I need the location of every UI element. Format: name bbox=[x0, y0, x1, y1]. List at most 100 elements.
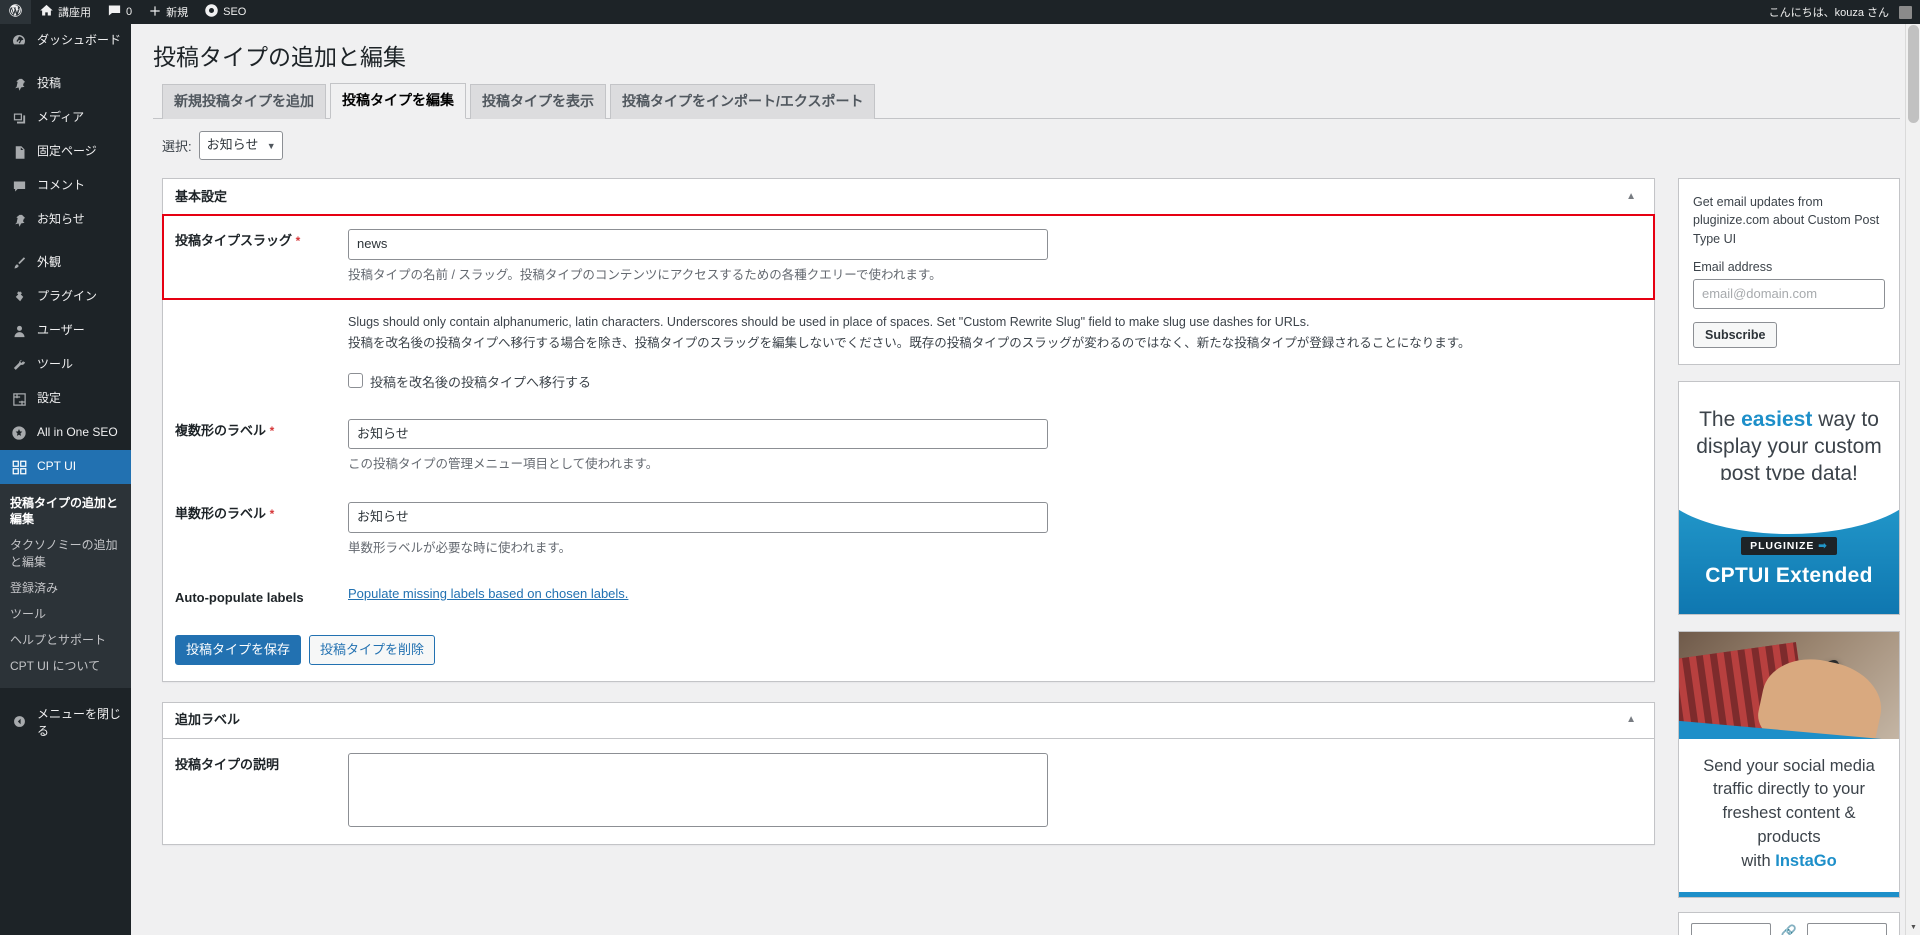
sidebar-item-add-edit-post-types[interactable]: 投稿タイプの追加と編集 bbox=[0, 490, 131, 532]
sidebar-item-cpt-ui[interactable]: CPT UI bbox=[0, 450, 131, 484]
migrate-checkbox[interactable] bbox=[348, 372, 363, 388]
migrate-checkbox-row[interactable]: 投稿を改名後の投稿タイプへ移行する bbox=[348, 372, 1644, 391]
sidebar-item-pages[interactable]: 固定ページ bbox=[0, 135, 131, 169]
collapse-menu-button[interactable]: メニューを閉じる bbox=[0, 696, 131, 748]
chevron-up-icon[interactable]: ▲ bbox=[1620, 709, 1642, 731]
sidebar-item-label: CPT UI bbox=[37, 459, 77, 474]
submenu-label: 登録済み bbox=[10, 580, 59, 595]
promo-sidebar: Get email updates from pluginize.com abo… bbox=[1678, 178, 1900, 935]
sidebar-item-users[interactable]: ユーザー bbox=[0, 314, 131, 348]
cptui-extended-promo[interactable]: The easiest way to display your custom p… bbox=[1678, 380, 1900, 615]
sidebar-item-plugins[interactable]: プラグイン bbox=[0, 280, 131, 314]
seo-menu[interactable]: SEO bbox=[196, 0, 254, 24]
sidebar-item-appearance[interactable]: 外観 bbox=[0, 246, 131, 280]
tab-label: 投稿タイプを表示 bbox=[482, 92, 594, 109]
submenu-label: CPT UI について bbox=[10, 659, 101, 674]
instago-line4: with InstaGo bbox=[1693, 850, 1885, 874]
nav-tab-wrapper: 新規投稿タイプを追加 投稿タイプを編集 投稿タイプを表示 投稿タイプをインポート… bbox=[153, 82, 1900, 120]
migrate-checkbox-label: 投稿を改名後の投稿タイプへ移行する bbox=[370, 374, 592, 390]
settings-sliders-icon bbox=[9, 389, 29, 409]
content-area: 投稿タイプの追加と編集 新規投稿タイプを追加 投稿タイプを編集 投稿タイプを表示… bbox=[131, 24, 1920, 935]
tab-view-post-types[interactable]: 投稿タイプを表示 bbox=[470, 83, 606, 120]
submenu-label: ツール bbox=[10, 606, 47, 621]
instago-promo-text: Send your social media traffic directly … bbox=[1679, 739, 1899, 893]
sidebar-item-media[interactable]: メディア bbox=[0, 101, 131, 135]
bottom-input-left[interactable] bbox=[1691, 923, 1771, 935]
promo-line1-a: The bbox=[1699, 407, 1742, 431]
slug-help-row: Slugs should only contain alphanumeric, … bbox=[163, 299, 1654, 405]
comments-menu[interactable]: 0 bbox=[99, 0, 140, 24]
sidebar-item-about-cpt-ui[interactable]: CPT UI について bbox=[0, 653, 131, 679]
sidebar-item-help-support[interactable]: ヘルプとサポート bbox=[0, 627, 131, 653]
sidebar-item-news[interactable]: お知らせ bbox=[0, 203, 131, 237]
sidebar-item-settings[interactable]: 設定 bbox=[0, 382, 131, 416]
admin-bar: 講座用 0 新規 SEO こんにちは、kouza さん bbox=[0, 0, 1920, 24]
instago-promo-image bbox=[1679, 631, 1899, 739]
wp-logo-menu[interactable] bbox=[0, 0, 31, 24]
my-account-menu[interactable]: こんにちは、kouza さん bbox=[1761, 0, 1920, 24]
subscribe-button[interactable]: Subscribe bbox=[1693, 321, 1778, 348]
menu-separator bbox=[0, 237, 131, 246]
sidebar-item-label: メディア bbox=[37, 110, 85, 125]
comments-count: 0 bbox=[126, 6, 133, 18]
comment-icon bbox=[107, 3, 122, 21]
sidebar-item-cptui-tools[interactable]: ツール bbox=[0, 601, 131, 627]
new-content-label: 新規 bbox=[166, 7, 189, 19]
tab-edit-post-types[interactable]: 投稿タイプを編集 bbox=[330, 82, 466, 120]
collapse-menu-label: メニューを閉じる bbox=[37, 706, 122, 738]
slug-row: 投稿タイプスラッグ * 投稿タイプの名前 / スラッグ。投稿タイプのコンテンツに… bbox=[162, 214, 1655, 300]
content-inner: 投稿タイプの追加と編集 新規投稿タイプを追加 投稿タイプを編集 投稿タイプを表示… bbox=[131, 24, 1920, 935]
page-scrollbar[interactable]: ▲ ▼ bbox=[1905, 24, 1920, 935]
post-type-description-label: 投稿タイプの説明 bbox=[175, 756, 280, 772]
seo-label: SEO bbox=[223, 6, 247, 18]
chevron-up-icon[interactable]: ▲ bbox=[1620, 186, 1642, 208]
tab-add-new-post-type[interactable]: 新規投稿タイプを追加 bbox=[162, 83, 326, 120]
email-input[interactable] bbox=[1693, 278, 1885, 309]
sidebar-item-label: ユーザー bbox=[37, 323, 85, 338]
plural-description: この投稿タイプの管理メニュー項目として使われます。 bbox=[348, 457, 659, 472]
page-title: 投稿タイプの追加と編集 bbox=[153, 44, 406, 70]
post-type-description-textarea[interactable] bbox=[348, 752, 1048, 827]
post-type-select[interactable]: お知らせ bbox=[198, 131, 283, 161]
delete-post-type-button[interactable]: 投稿タイプを削除 bbox=[309, 634, 436, 665]
page-icon bbox=[9, 142, 29, 162]
seo-icon bbox=[204, 3, 219, 21]
collapse-arrow-icon bbox=[9, 712, 29, 732]
site-name-menu[interactable]: 講座用 bbox=[31, 0, 99, 24]
required-mark: * bbox=[295, 234, 301, 249]
promo-footer: PLUGINIZE ➡ CPTUI Extended bbox=[1679, 479, 1899, 614]
link-icon[interactable]: 🔗 bbox=[1781, 924, 1797, 935]
plugin-icon bbox=[9, 287, 29, 307]
slug-input[interactable] bbox=[348, 229, 1048, 261]
caret-down-icon[interactable]: ▼ bbox=[1906, 920, 1920, 935]
sidebar-item-all-in-one-seo[interactable]: All in One SEO bbox=[0, 416, 131, 450]
scroll-thumb[interactable] bbox=[1908, 25, 1919, 123]
sidebar-item-label: 外観 bbox=[37, 255, 62, 270]
sidebar-item-dashboard[interactable]: ダッシュボード bbox=[0, 24, 131, 58]
singular-label-input[interactable] bbox=[348, 502, 1048, 533]
submenu-label: ヘルプとサポート bbox=[10, 633, 107, 648]
sidebar-item-tools[interactable]: ツール bbox=[0, 348, 131, 382]
required-mark: * bbox=[269, 423, 275, 438]
sidebar-item-add-edit-taxonomies[interactable]: タクソノミーの追加と編集 bbox=[0, 532, 131, 574]
sidebar-item-label: 固定ページ bbox=[37, 144, 97, 159]
slug-help-cell: Slugs should only contain alphanumeric, … bbox=[348, 299, 1654, 405]
sidebar-item-comments[interactable]: コメント bbox=[0, 169, 131, 203]
additional-labels-header: 追加ラベル ▲ bbox=[163, 703, 1654, 739]
populate-missing-labels-link[interactable]: Populate missing labels based on chosen … bbox=[348, 586, 628, 601]
new-content-menu[interactable]: 新規 bbox=[140, 0, 196, 24]
additional-labels-body: 投稿タイプの説明 bbox=[163, 739, 1654, 844]
tab-import-export-post-types[interactable]: 投稿タイプをインポート/エクスポート bbox=[610, 83, 876, 120]
instago-promo[interactable]: Send your social media traffic directly … bbox=[1678, 630, 1900, 899]
wordpress-logo-icon bbox=[8, 3, 23, 21]
sidebar-item-registered[interactable]: 登録済み bbox=[0, 575, 131, 601]
plural-label-input[interactable] bbox=[348, 418, 1048, 450]
save-post-type-button[interactable]: 投稿タイプを保存 bbox=[175, 634, 302, 665]
columns: 基本設定 ▲ 投稿タイプスラッグ * news 投稿タイプの名前 / スラッグ。… bbox=[153, 178, 1900, 935]
bottom-input-right[interactable] bbox=[1807, 923, 1887, 935]
slug-help-label-cell bbox=[163, 299, 348, 405]
media-icon bbox=[9, 108, 29, 128]
menu-separator bbox=[0, 58, 131, 67]
cpt-ui-submenu: 投稿タイプの追加と編集 タクソノミーの追加と編集 登録済み ツール ヘルプとサポ… bbox=[0, 484, 131, 688]
sidebar-item-posts[interactable]: 投稿 bbox=[0, 67, 131, 101]
